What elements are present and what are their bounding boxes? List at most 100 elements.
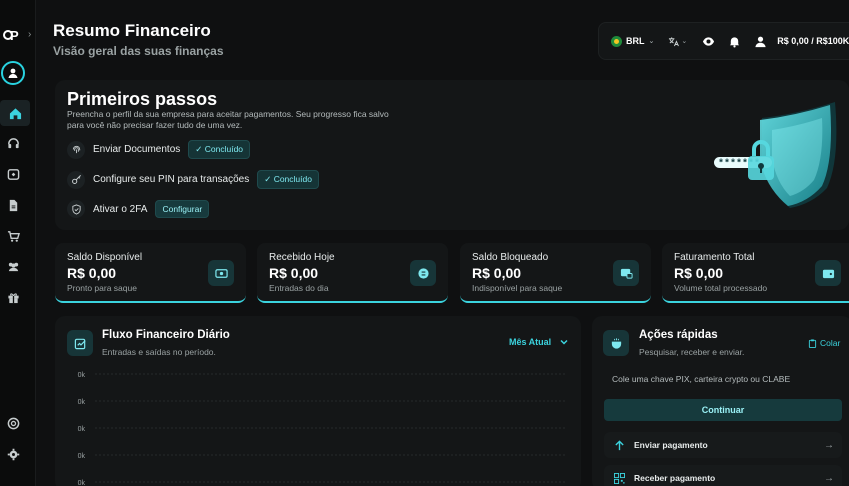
stat-sub: Pronto para saque xyxy=(67,283,137,293)
sidebar-item-help[interactable] xyxy=(3,413,23,433)
pix-icon xyxy=(7,168,19,180)
cashflow-subtitle: Entradas e saídas no período. xyxy=(102,347,216,357)
quick-actions-title: Ações rápidas xyxy=(639,329,718,341)
y-tick-label: 0k xyxy=(78,426,86,433)
status-badge: ✓ Concluído xyxy=(257,170,319,189)
sidebar-item-users[interactable] xyxy=(3,256,23,276)
user-icon xyxy=(755,36,766,47)
stat-value: R$ 0,00 xyxy=(67,265,117,281)
stat-label: Faturamento Total xyxy=(674,252,755,263)
y-tick-label: 0k xyxy=(78,453,86,460)
period-label: Mês Atual xyxy=(509,337,552,347)
translate-icon xyxy=(669,36,680,46)
bell-icon xyxy=(729,36,739,48)
step-label: Enviar Documentos xyxy=(93,144,181,155)
notifications-button[interactable] xyxy=(727,34,741,48)
gear-icon xyxy=(7,448,19,460)
stat-card-available[interactable]: Saldo Disponível R$ 0,00 Pronto para saq… xyxy=(55,243,246,303)
paste-button[interactable]: Colar xyxy=(808,338,840,348)
step-configure-pin[interactable]: Configure seu PIN para transações ✓ Conc… xyxy=(67,170,319,189)
action-label: Receber pagamento xyxy=(634,473,716,483)
configure-2fa-button[interactable]: Configurar xyxy=(155,200,210,218)
sidebar-item-cart[interactable] xyxy=(3,226,23,246)
clipboard-icon xyxy=(808,338,817,348)
sidebar-item-settings[interactable] xyxy=(3,444,23,464)
stat-sub: Indisponível para saque xyxy=(472,283,563,293)
stat-sub: Entradas do dia xyxy=(269,283,329,293)
stat-label: Saldo Disponível xyxy=(67,252,143,263)
quick-actions-subtitle: Pesquisar, receber e enviar. xyxy=(639,347,745,357)
step-label: Configure seu PIN para transações xyxy=(93,174,250,185)
stat-label: Saldo Bloqueado xyxy=(472,252,549,263)
topbar: BRL ⌄ ⌄ R$ 0,00 / R$100K xyxy=(598,22,849,60)
lifebuoy-icon xyxy=(7,417,19,429)
stat-label: Recebido Hoje xyxy=(269,252,335,263)
stat-card-total-revenue[interactable]: Faturamento Total R$ 0,00 Volume total p… xyxy=(662,243,849,303)
cup-icon xyxy=(603,330,629,356)
user-icon xyxy=(8,68,18,78)
paste-label: Colar xyxy=(820,338,841,348)
period-selector[interactable]: Mês Atual xyxy=(509,337,569,347)
cashflow-title: Fluxo Financeiro Diário xyxy=(102,329,230,341)
logo-text: P xyxy=(10,27,19,43)
y-tick-label: 0k xyxy=(78,480,86,486)
coin-icon xyxy=(410,260,436,286)
stat-value: R$ 0,00 xyxy=(269,265,319,281)
y-tick-label: 0k xyxy=(78,372,86,379)
language-selector[interactable]: ⌄ xyxy=(668,34,687,48)
currency-selector[interactable]: BRL ⌄ xyxy=(611,35,655,47)
toggle-visibility-button[interactable] xyxy=(701,34,715,48)
sidebar-item-support[interactable] xyxy=(3,133,23,153)
continue-button[interactable]: Continuar xyxy=(604,399,842,421)
arrow-right-icon: → xyxy=(824,439,834,451)
sidebar-item-home[interactable] xyxy=(0,100,30,126)
arrow-right-icon: → xyxy=(824,472,834,484)
sidebar: P › xyxy=(0,0,36,486)
locked-money-icon xyxy=(613,260,639,286)
step-label: Ativar o 2FA xyxy=(93,203,148,215)
security-shield-illustration: ******* xyxy=(714,102,837,208)
chevron-down-icon xyxy=(560,339,568,345)
receive-payment-button[interactable]: Receber pagamento → xyxy=(604,465,842,486)
sidebar-item-gifts[interactable] xyxy=(3,287,23,307)
step-send-documents[interactable]: Enviar Documentos ✓ Concluído xyxy=(67,140,251,159)
page-subtitle: Visão geral das suas finanças xyxy=(53,44,224,58)
fingerprint-icon xyxy=(67,140,85,159)
onboarding-description: Preencha o perfil da sua empresa para ac… xyxy=(67,109,389,130)
status-badge: ✓ Concluído xyxy=(188,140,251,159)
chevron-down-icon: ⌄ xyxy=(681,38,688,45)
arrow-up-icon xyxy=(612,438,626,452)
key-icon xyxy=(67,170,85,189)
onboarding-title: Primeiros passos xyxy=(67,89,218,109)
headset-icon xyxy=(7,137,19,148)
wallet-icon xyxy=(815,260,841,286)
money-icon xyxy=(208,260,234,286)
sidebar-collapse-icon[interactable]: › xyxy=(28,29,31,40)
status-text: Concluído xyxy=(204,144,244,154)
pix-key-input[interactable] xyxy=(604,368,842,390)
currency-label: BRL xyxy=(626,36,645,46)
stat-sub: Volume total processado xyxy=(674,283,768,293)
app-root: P › Resumo Financeiro Visão geral das su… xyxy=(0,0,849,486)
brand-logo[interactable]: P xyxy=(3,26,23,44)
user-avatar[interactable] xyxy=(1,61,25,85)
profile-button[interactable] xyxy=(753,34,767,48)
sidebar-item-documents[interactable] xyxy=(3,195,23,215)
step-enable-2fa[interactable]: Ativar o 2FA Configurar xyxy=(67,200,210,218)
chart-edit-icon xyxy=(67,330,93,356)
users-icon xyxy=(8,262,18,271)
shield-check-icon xyxy=(67,200,85,218)
stat-card-blocked[interactable]: Saldo Bloqueado R$ 0,00 Indisponível par… xyxy=(460,243,651,303)
send-payment-button[interactable]: Enviar pagamento → xyxy=(604,432,842,458)
gift-icon xyxy=(7,292,19,303)
document-icon xyxy=(9,199,17,211)
page-title: Resumo Financeiro xyxy=(53,21,211,40)
sidebar-item-pix[interactable] xyxy=(3,164,23,184)
status-text: Concluído xyxy=(273,174,312,184)
stat-card-received-today[interactable]: Recebido Hoje R$ 0,00 Entradas do dia xyxy=(257,243,448,303)
stat-value: R$ 0,00 xyxy=(674,265,724,281)
y-tick-label: 0k xyxy=(78,399,86,406)
home-icon xyxy=(9,107,21,119)
eye-icon xyxy=(702,36,714,46)
chevron-down-icon: ⌄ xyxy=(648,38,655,45)
